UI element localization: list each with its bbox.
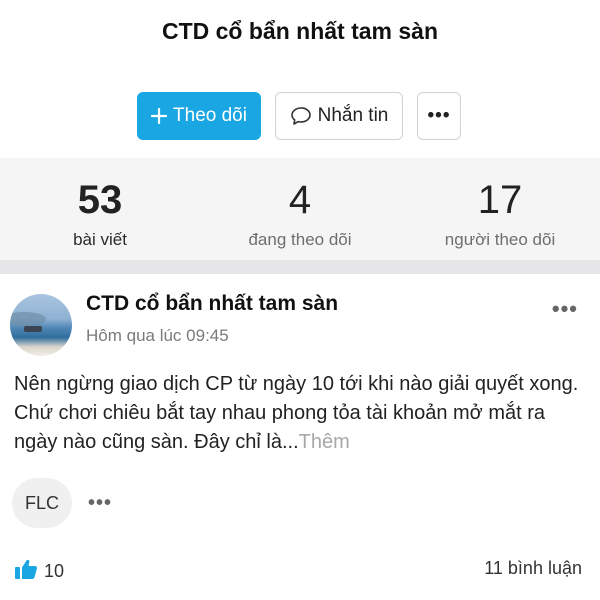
stat-posts[interactable]: 53 bài viết xyxy=(0,158,200,260)
post-footer: 10 11 bình luận xyxy=(0,554,600,588)
stat-following[interactable]: 4 đang theo dõi xyxy=(200,158,400,260)
post-more-button[interactable]: ••• xyxy=(552,296,578,322)
profile-actions: Theo dõi Nhắn tin ••• xyxy=(0,92,600,140)
stat-value: 4 xyxy=(288,178,312,222)
more-options-button[interactable]: ••• xyxy=(417,92,461,140)
stat-value: 53 xyxy=(77,178,123,222)
message-button[interactable]: Nhắn tin xyxy=(275,92,403,140)
post-header: CTD cổ bẩn nhất tam sàn Hôm qua lúc 09:4… xyxy=(0,278,600,358)
thumbs-up-icon xyxy=(14,558,38,585)
avatar-boat xyxy=(24,326,42,332)
stat-label: bài viết xyxy=(73,230,127,249)
chat-bubble-icon xyxy=(290,106,312,126)
like-count: 10 xyxy=(44,561,65,581)
stat-label: người theo dõi xyxy=(444,230,556,249)
stat-label: đang theo dõi xyxy=(248,230,352,249)
comments-link[interactable]: 11 bình luận xyxy=(484,558,582,579)
stat-value: 17 xyxy=(477,178,523,222)
avatar[interactable] xyxy=(10,294,72,356)
follow-button[interactable]: Theo dõi xyxy=(137,92,261,140)
follow-label: Theo dõi xyxy=(173,105,247,126)
post-tags: FLC ••• xyxy=(12,478,112,528)
post-timestamp: Hôm qua lúc 09:45 xyxy=(86,326,229,345)
post-author[interactable]: CTD cổ bẩn nhất tam sàn xyxy=(86,292,338,316)
avatar-hill xyxy=(10,312,46,326)
plus-icon xyxy=(151,108,168,124)
tags-more-button[interactable]: ••• xyxy=(88,492,112,515)
stat-followers[interactable]: 17 người theo dõi xyxy=(400,158,600,260)
section-divider xyxy=(0,260,600,274)
read-more-link[interactable]: Thêm xyxy=(299,431,350,453)
tag-chip[interactable]: FLC xyxy=(12,478,72,528)
post-text: Nên ngừng giao dịch CP từ ngày 10 tới kh… xyxy=(14,373,579,453)
post-content: Nên ngừng giao dịch CP từ ngày 10 tới kh… xyxy=(14,370,590,457)
message-label: Nhắn tin xyxy=(317,105,389,126)
profile-stats: 53 bài viết 4 đang theo dõi 17 người the… xyxy=(0,158,600,260)
profile-name: CTD cổ bẩn nhất tam sàn xyxy=(161,18,439,44)
like-button[interactable]: 10 xyxy=(14,558,64,585)
